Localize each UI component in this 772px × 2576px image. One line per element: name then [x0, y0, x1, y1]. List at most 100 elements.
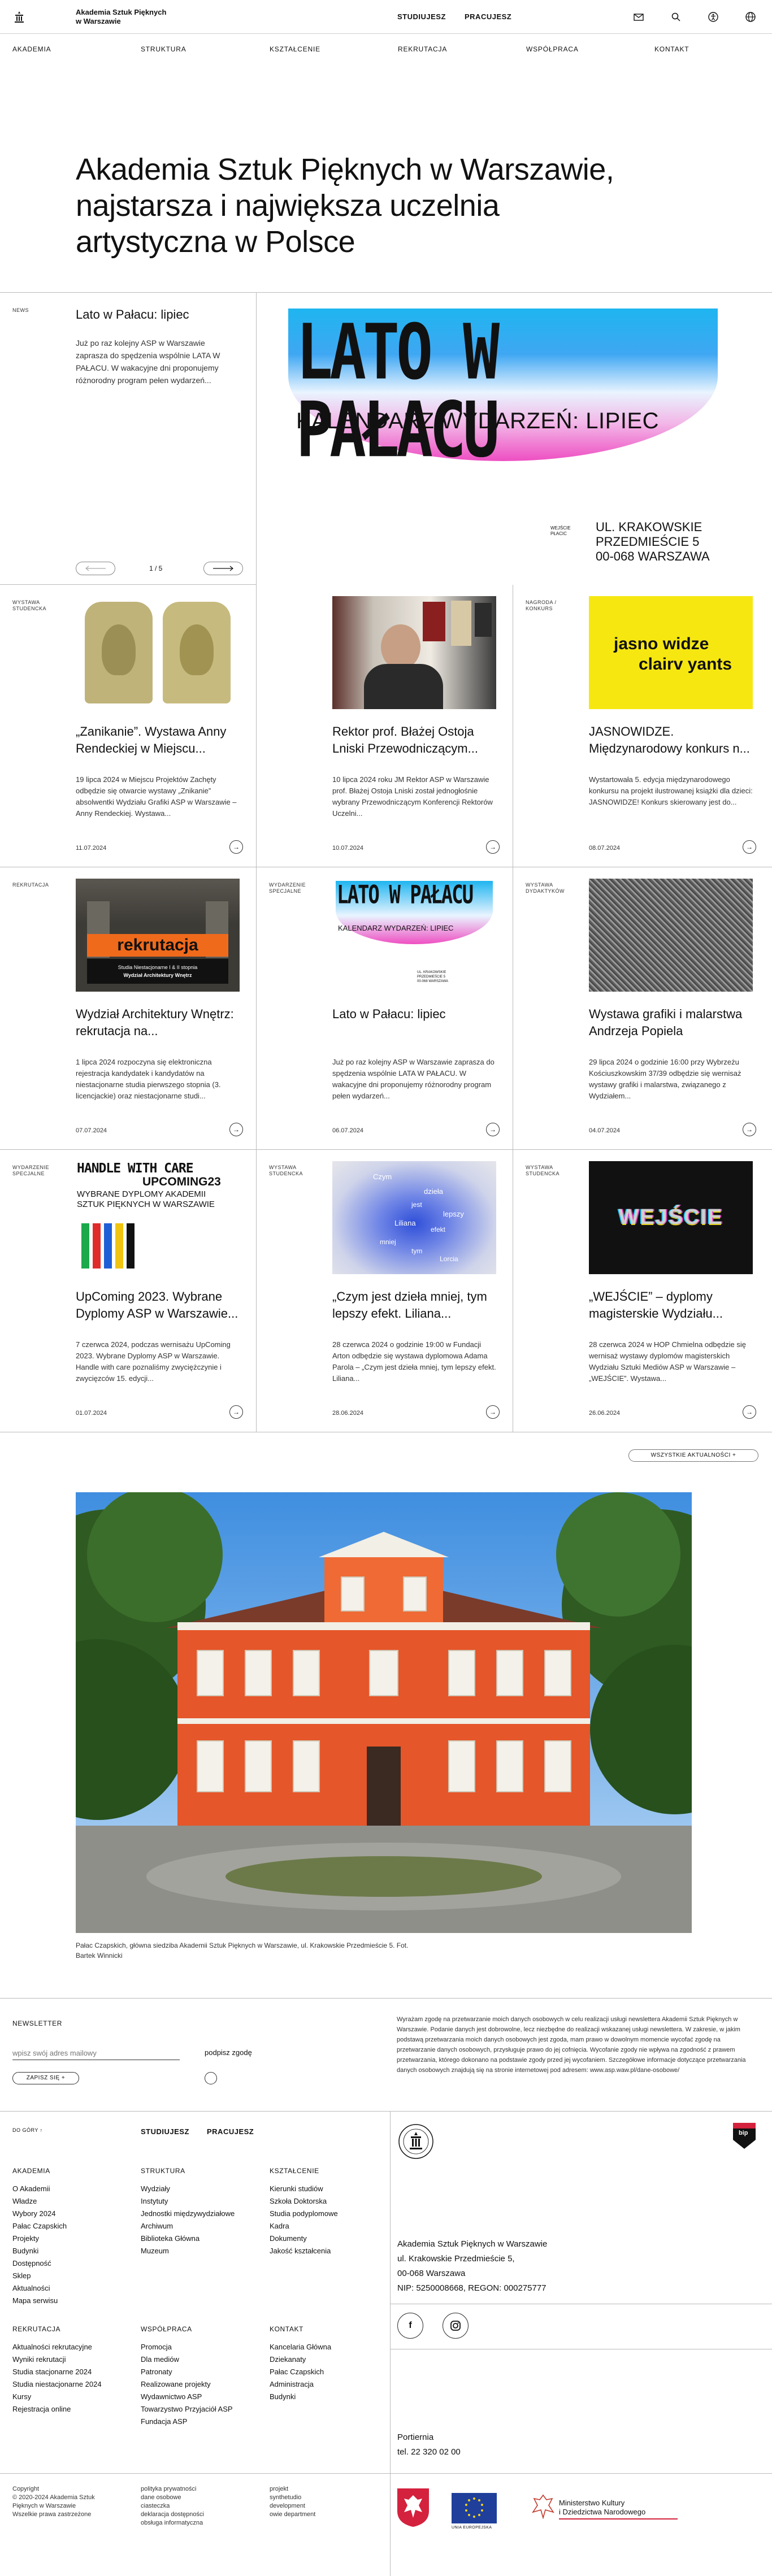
footer-link[interactable]: Instytuty	[141, 2195, 265, 2208]
footer-link-pracujesz[interactable]: PRACUJESZ	[207, 2127, 254, 2136]
search-icon[interactable]	[670, 11, 682, 23]
footer-link[interactable]: deklaracja dostępności	[141, 2510, 204, 2519]
bip-logo-icon[interactable]: bip	[733, 2123, 756, 2149]
card-title[interactable]: Wydział Architektury Wnętrz: rekrutacja …	[76, 1006, 243, 1040]
slider-next-button[interactable]	[203, 562, 243, 575]
footer-link[interactable]: Jednostki międzywydziałowe	[141, 2208, 265, 2220]
footer-link[interactable]: Projekty	[12, 2232, 137, 2245]
nav-ksztalcenie[interactable]: KSZTAŁCENIE	[270, 45, 320, 53]
footer-link[interactable]: Realizowane projekty	[141, 2378, 265, 2391]
footer-link[interactable]: Kancelaria Główna	[270, 2341, 394, 2353]
footer-link[interactable]: Studia stacjonarne 2024	[12, 2366, 137, 2378]
arrow-right-icon[interactable]: →	[229, 840, 243, 854]
footer-link[interactable]: Dokumenty	[270, 2232, 394, 2245]
footer-link[interactable]: Muzeum	[141, 2245, 265, 2257]
footer-link[interactable]: dane osobowe	[141, 2494, 204, 2502]
footer-link[interactable]: Kierunki studiów	[270, 2183, 394, 2195]
news-card[interactable]: WYSTAWA STUDENCKA WEJŚCIE „WEJŚCIE” – dy…	[513, 1150, 772, 1432]
nav-rekrutacja[interactable]: REKRUTACJA	[398, 45, 447, 53]
footer-link[interactable]: projekt	[270, 2485, 315, 2494]
newsletter-consent-checkbox[interactable]	[205, 2072, 217, 2084]
footer-link[interactable]: synthetudio	[270, 2494, 315, 2502]
news-card[interactable]: REKRUTACJA rekrutacja Studia Niestacjona…	[0, 867, 257, 1150]
card-title[interactable]: JASNOWIDZE. Międzynarodowy konkurs n...	[589, 723, 756, 757]
newsletter-subscribe-button[interactable]: ZAPISZ SIĘ +	[12, 2072, 79, 2084]
footer-link[interactable]: obsługa informatyczna	[141, 2519, 204, 2527]
newsletter-mail-icon[interactable]	[633, 11, 644, 23]
arrow-right-icon[interactable]: →	[229, 1405, 243, 1419]
footer-link[interactable]: Dla mediów	[141, 2353, 265, 2366]
footer-link[interactable]: Szkoła Doktorska	[270, 2195, 394, 2208]
footer-link[interactable]: Promocja	[141, 2341, 265, 2353]
nav-wspolpraca[interactable]: WSPÓŁPRACA	[526, 45, 579, 53]
language-globe-icon[interactable]	[745, 11, 756, 23]
footer-link[interactable]: owie department	[270, 2510, 315, 2519]
footer-link[interactable]: Mapa serwisu	[12, 2295, 137, 2307]
footer-link[interactable]: Jakość kształcenia	[270, 2245, 394, 2257]
footer-link[interactable]: Dostępność	[12, 2257, 137, 2270]
asp-logo-icon[interactable]	[12, 10, 26, 24]
arrow-right-icon[interactable]: →	[743, 840, 756, 854]
footer-link[interactable]: Sklep	[12, 2270, 137, 2282]
accessibility-icon[interactable]	[708, 11, 719, 23]
card-title[interactable]: UpComing 2023. Wybrane Dyplomy ASP w War…	[76, 1288, 243, 1322]
footer-link[interactable]: Wyniki rekrutacji	[12, 2353, 137, 2366]
top-link-studiujesz[interactable]: STUDIUJESZ	[397, 12, 446, 21]
top-link-pracujesz[interactable]: PRACUJESZ	[465, 12, 511, 21]
news-card[interactable]: WYDARZENIE SPECJALNE LATO W PAŁACU KALEN…	[257, 867, 513, 1150]
brand-name[interactable]: Akademia Sztuk Pięknych w Warszawie	[76, 8, 189, 26]
footer-link[interactable]: Aktualności rekrutacyjne	[12, 2341, 137, 2353]
card-title[interactable]: „WEJŚCIE” – dyplomy magisterskie Wydział…	[589, 1288, 756, 1322]
footer-link[interactable]: Kursy	[12, 2391, 137, 2403]
footer-link[interactable]: Budynki	[270, 2391, 394, 2403]
footer-link-studiujesz[interactable]: STUDIUJESZ	[141, 2127, 189, 2136]
footer-link[interactable]: Patronaty	[141, 2366, 265, 2378]
card-title[interactable]: „Czym jest dzieła mniej, tym lepszy efek…	[332, 1288, 500, 1322]
arrow-right-icon[interactable]: →	[486, 840, 500, 854]
slider-prev-button[interactable]	[76, 562, 115, 575]
footer-link[interactable]: Administracja	[270, 2378, 394, 2391]
footer-link[interactable]: ciasteczka	[141, 2502, 204, 2510]
footer-link[interactable]: Wybory 2024	[12, 2208, 137, 2220]
card-title[interactable]: „Zanikanie”. Wystawa Anny Rendeckiej w M…	[76, 723, 243, 757]
footer-link[interactable]: Studia niestacjonarne 2024	[12, 2378, 137, 2391]
footer-link[interactable]: development	[270, 2502, 315, 2510]
arrow-right-icon[interactable]: →	[743, 1405, 756, 1419]
news-card[interactable]: WYSTAWA STUDENCKA Czym dzieła jest lepsz…	[257, 1150, 513, 1432]
featured-banner[interactable]: LATO W PAŁACU KALENDARZ WYDARZEŃ: LIPIEC…	[257, 293, 772, 585]
footer-link[interactable]: Wydawnictwo ASP	[141, 2391, 265, 2403]
newsletter-email-input[interactable]	[12, 2047, 180, 2060]
footer-link[interactable]: Fundacja ASP	[141, 2416, 265, 2428]
facebook-icon[interactable]: f	[397, 2313, 423, 2339]
arrow-right-icon[interactable]: →	[486, 1123, 500, 1136]
arrow-right-icon[interactable]: →	[486, 1405, 500, 1419]
nav-akademia[interactable]: AKADEMIA	[12, 45, 51, 53]
news-card[interactable]: NAGRODA / KONKURS jasno widze clairv yan…	[513, 585, 772, 867]
instagram-icon[interactable]	[443, 2313, 469, 2339]
footer-link[interactable]: Pałac Czapskich	[12, 2220, 137, 2232]
news-card[interactable]: Rektor prof. Błażej Ostoja Lniski Przewo…	[257, 585, 513, 867]
footer-link[interactable]: Studia podyplomowe	[270, 2208, 394, 2220]
footer-link[interactable]: Towarzystwo Przyjaciół ASP	[141, 2403, 265, 2416]
footer-link[interactable]: Wydziały	[141, 2183, 265, 2195]
nav-struktura[interactable]: STRUKTURA	[141, 45, 187, 53]
footer-link[interactable]: O Akademii	[12, 2183, 137, 2195]
card-title[interactable]: Lato w Pałacu: lipiec	[332, 1006, 500, 1023]
news-card[interactable]: WYSTAWA STUDENCKA „Zanikanie”. Wystawa A…	[0, 585, 257, 867]
footer-link[interactable]: Władze	[12, 2195, 137, 2208]
card-title[interactable]: Wystawa grafiki i malarstwa Andrzeja Pop…	[589, 1006, 756, 1040]
arrow-right-icon[interactable]: →	[743, 1123, 756, 1136]
nav-kontakt[interactable]: KONTAKT	[654, 45, 689, 53]
footer-link[interactable]: Kadra	[270, 2220, 394, 2232]
footer-link[interactable]: Aktualności	[12, 2282, 137, 2295]
footer-link[interactable]: polityka prywatności	[141, 2485, 204, 2494]
featured-title[interactable]: Lato w Pałacu: lipiec	[76, 307, 189, 322]
footer-link[interactable]: Pałac Czapskich	[270, 2366, 394, 2378]
all-news-button[interactable]: WSZYSTKIE AKTUALNOŚCI +	[628, 1449, 758, 1462]
news-card[interactable]: WYDARZENIE SPECJALNE HANDLE WITH CARE UP…	[0, 1150, 257, 1432]
footer-link[interactable]: Archiwum	[141, 2220, 265, 2232]
back-to-top-link[interactable]: DO GÓRY ↑	[12, 2127, 43, 2133]
footer-link[interactable]: Budynki	[12, 2245, 137, 2257]
news-card[interactable]: WYSTAWA DYDAKTYKÓW Wystawa grafiki i mal…	[513, 867, 772, 1150]
arrow-right-icon[interactable]: →	[229, 1123, 243, 1136]
